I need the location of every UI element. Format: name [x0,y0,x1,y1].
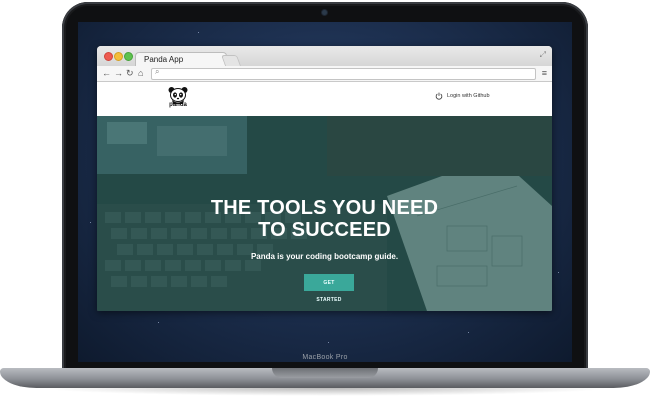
minimize-window-icon[interactable] [114,52,123,61]
close-window-icon[interactable] [104,52,113,61]
get-started-button[interactable]: GET STARTED [304,274,354,303]
browser-tab[interactable]: Panda App [135,52,227,66]
login-with-github-link[interactable]: Login with Github [435,92,490,100]
browser-tab-title: Panda App [144,55,184,64]
browser-window: Panda App ⤢ ← → ↻ ⌂ ⌕ ≡ panda Login with… [97,46,552,311]
power-icon [435,92,443,100]
forward-icon[interactable]: → [114,67,123,80]
search-icon: ⌕ [155,67,160,76]
reload-icon[interactable]: ↻ [126,67,134,80]
hamburger-icon[interactable]: ≡ [542,67,547,80]
camera-icon [322,10,327,15]
laptop-base-notch [272,368,378,378]
login-label: Login with Github [447,93,490,99]
browser-toolbar: ← → ↻ ⌂ ⌕ ≡ [97,66,552,82]
hero-subtitle: Panda is your coding bootcamp guide. [250,252,399,261]
panda-logo-icon[interactable] [167,86,189,112]
back-icon[interactable]: ← [102,67,111,80]
hero-section: THE TOOLS YOU NEED TO SUCCEED Panda is y… [97,116,552,311]
browser-titlebar: Panda App ⤢ [97,46,552,66]
web-page: panda Login with Github THE TOOLS YOU NE… [97,82,552,311]
maximize-window-icon[interactable] [124,52,133,61]
laptop-model-label: MacBook Pro [302,354,348,361]
hero-title-line-1: THE TOOLS YOU NEED [210,197,439,219]
home-icon[interactable]: ⌂ [138,67,143,80]
fullscreen-icon[interactable]: ⤢ [540,50,546,60]
hero-title-line-2: TO SUCCEED [258,219,391,241]
laptop-shadow [40,388,610,396]
hero-title: THE TOOLS YOU NEED TO SUCCEED [97,197,552,241]
new-tab-button[interactable] [220,55,242,66]
site-header: panda Login with Github [97,82,552,116]
logo-text: panda [169,102,187,108]
address-bar[interactable]: ⌕ [151,67,536,80]
